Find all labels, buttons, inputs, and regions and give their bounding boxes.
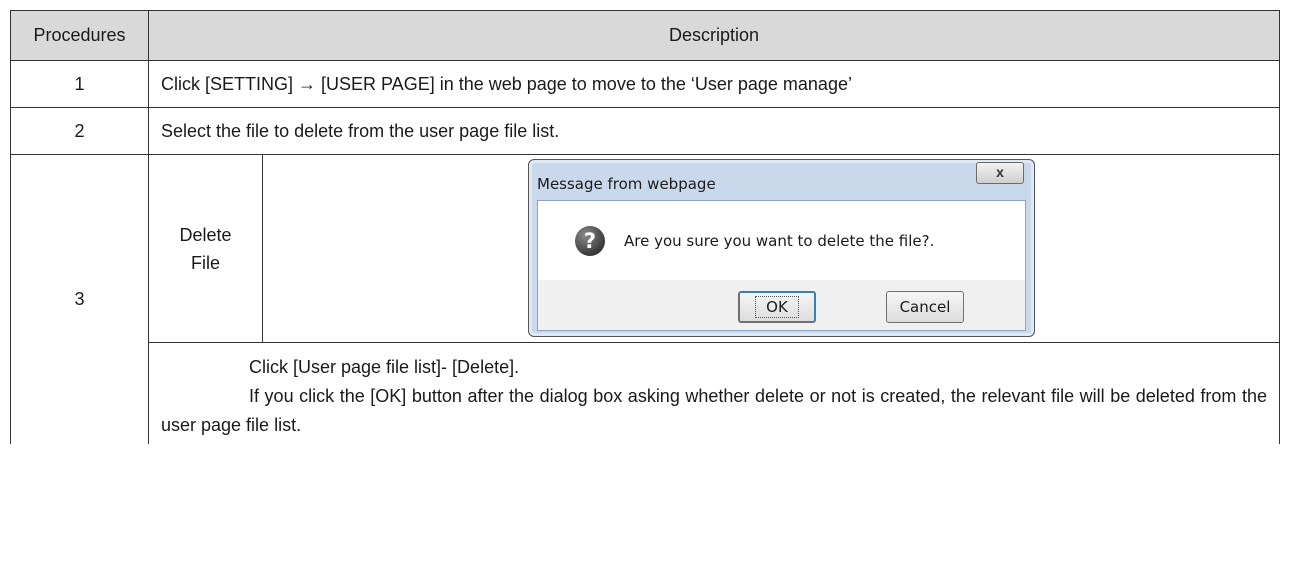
dialog-body: ? Are you sure you want to delete the fi… [537, 200, 1026, 331]
close-button[interactable]: x [976, 162, 1024, 184]
procedure-number: 1 [10, 60, 149, 108]
header-description: Description [148, 10, 1280, 61]
dialog-screenshot-cell: Message from webpage x ? Are you sure yo… [262, 154, 1280, 343]
procedure-number: 3 [10, 154, 149, 444]
header-procedures: Procedures [10, 10, 149, 61]
table-row: 2 Select the file to delete from the use… [10, 107, 1280, 155]
note-line: If you click the [OK] button after the d… [161, 386, 1267, 435]
sub-label-cell: Delete File [148, 154, 263, 343]
procedure-notes: Click [User page file list]- [Delete]. I… [148, 342, 1280, 444]
ok-button[interactable]: OK [738, 291, 816, 323]
message-dialog: Message from webpage x ? Are you sure yo… [528, 159, 1035, 337]
question-icon: ? [575, 226, 605, 256]
table-row: 3 Delete File Message from webpage x ? A… [10, 154, 1280, 444]
dialog-title: Message from webpage [537, 175, 716, 193]
procedure-description: Select the file to delete from the user … [148, 107, 1280, 155]
sub-label-line1: Delete [179, 224, 232, 245]
procedure-table: Procedures Description 1 Click [SETTING]… [10, 10, 1280, 444]
dialog-message: Are you sure you want to delete the file… [624, 232, 935, 250]
table-row: 1 Click [SETTING] → [USER PAGE] in the w… [10, 60, 1280, 108]
dialog-footer: OK Cancel [538, 280, 1025, 330]
table-row: Click [User page file list]- [Delete]. I… [11, 342, 1280, 444]
header-row: Procedures Description [10, 10, 1280, 61]
ok-button-label: OK [755, 296, 799, 318]
procedure-description: Click [SETTING] → [USER PAGE] in the web… [148, 60, 1280, 108]
note-line: Click [User page file list]- [Delete]. [249, 357, 520, 377]
cancel-button[interactable]: Cancel [886, 291, 964, 323]
procedure-number: 2 [10, 107, 149, 155]
sub-label-line2: File [190, 252, 220, 273]
